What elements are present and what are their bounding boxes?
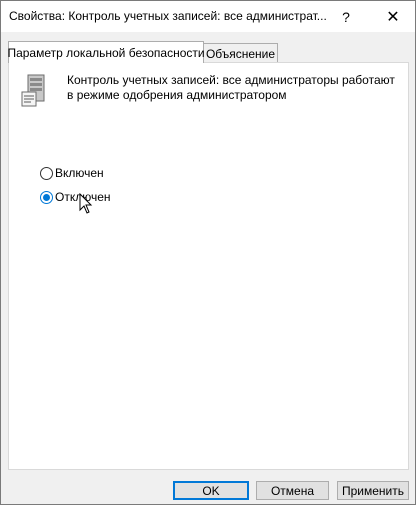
tab-explain[interactable]: Объяснение bbox=[203, 43, 278, 63]
close-button[interactable]: ✕ bbox=[371, 1, 415, 32]
ok-button[interactable]: OK bbox=[173, 481, 249, 500]
radio-disabled[interactable] bbox=[40, 190, 53, 204]
title-bar[interactable]: Свойства: Контроль учетных записей: все … bbox=[1, 1, 415, 32]
mouse-cursor-icon bbox=[79, 193, 93, 214]
option-enabled[interactable]: Включен bbox=[40, 165, 104, 181]
tab-panel: Контроль учетных записей: все администра… bbox=[8, 62, 409, 470]
cancel-button[interactable]: Отмена bbox=[256, 481, 329, 500]
help-button[interactable]: ? bbox=[331, 1, 361, 32]
properties-dialog: Свойства: Контроль учетных записей: все … bbox=[0, 0, 416, 505]
policy-description: Контроль учетных записей: все администра… bbox=[67, 73, 395, 102]
window-title: Свойства: Контроль учетных записей: все … bbox=[9, 9, 327, 23]
apply-button[interactable]: Применить bbox=[337, 481, 409, 500]
radio-enabled[interactable] bbox=[40, 166, 53, 180]
option-disabled[interactable]: Отключен bbox=[40, 189, 111, 205]
server-policy-icon bbox=[21, 74, 45, 107]
option-enabled-label: Включен bbox=[55, 166, 104, 180]
tab-local-security-setting[interactable]: Параметр локальной безопасности bbox=[7, 41, 205, 63]
